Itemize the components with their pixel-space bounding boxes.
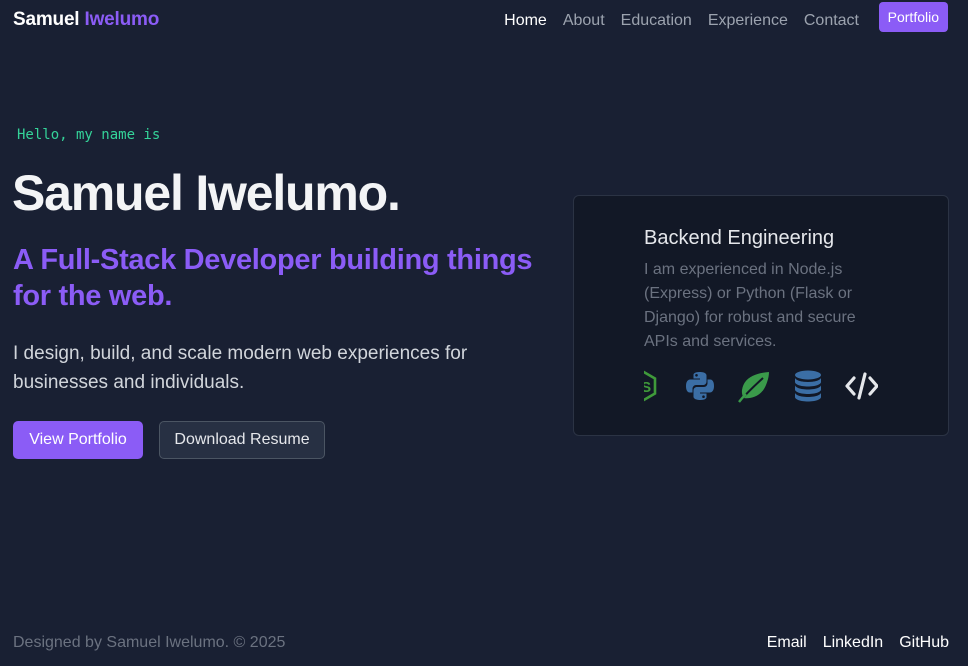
nav-link-education[interactable]: Education xyxy=(621,12,692,30)
svg-text:JS: JS xyxy=(644,379,651,396)
hero-name: Samuel Iwelumo. xyxy=(12,165,401,221)
brand-first-name: Samuel xyxy=(13,9,80,30)
backend-engineering-card: Backend Engineering I am experienced in … xyxy=(573,195,949,436)
footer-link-email[interactable]: Email xyxy=(767,634,807,652)
tech-icons: JS xyxy=(644,368,878,404)
python-icon xyxy=(686,372,714,400)
hero-tagline: A Full-Stack Developer building things f… xyxy=(13,244,533,312)
nav-links: Home About Education Experience Contact xyxy=(504,12,859,30)
code-icon xyxy=(845,372,878,400)
nav-link-experience[interactable]: Experience xyxy=(708,12,788,30)
nodejs-icon: JS xyxy=(644,370,657,402)
footer-link-linkedin[interactable]: LinkedIn xyxy=(823,634,884,652)
nav-link-about[interactable]: About xyxy=(563,12,605,30)
leaf-icon xyxy=(738,372,769,403)
navbar: Samuel Iwelumo Home About Education Expe… xyxy=(0,0,968,42)
page: Samuel Iwelumo Home About Education Expe… xyxy=(0,0,968,666)
card-description: I am experienced in Node.js (Express) or… xyxy=(644,261,856,350)
database-icon xyxy=(795,370,821,402)
footer-link-github[interactable]: GitHub xyxy=(899,634,949,652)
brand-logo[interactable]: Samuel Iwelumo xyxy=(13,9,159,31)
nav-link-home[interactable]: Home xyxy=(504,12,547,30)
hero-description: I design, build, and scale modern web ex… xyxy=(13,343,468,393)
portfolio-button[interactable]: Portfolio xyxy=(878,2,948,32)
hero-greeting: Hello, my name is xyxy=(17,127,161,143)
view-portfolio-button[interactable]: View Portfolio xyxy=(13,421,143,459)
nav-link-contact[interactable]: Contact xyxy=(804,12,859,30)
footer-copyright: Designed by Samuel Iwelumo. © 2025 xyxy=(13,634,286,651)
footer-links: Email LinkedIn GitHub xyxy=(767,634,949,652)
download-resume-button[interactable]: Download Resume xyxy=(159,421,325,459)
brand-last-name: Iwelumo xyxy=(84,9,160,30)
card-title: Backend Engineering xyxy=(644,227,835,249)
